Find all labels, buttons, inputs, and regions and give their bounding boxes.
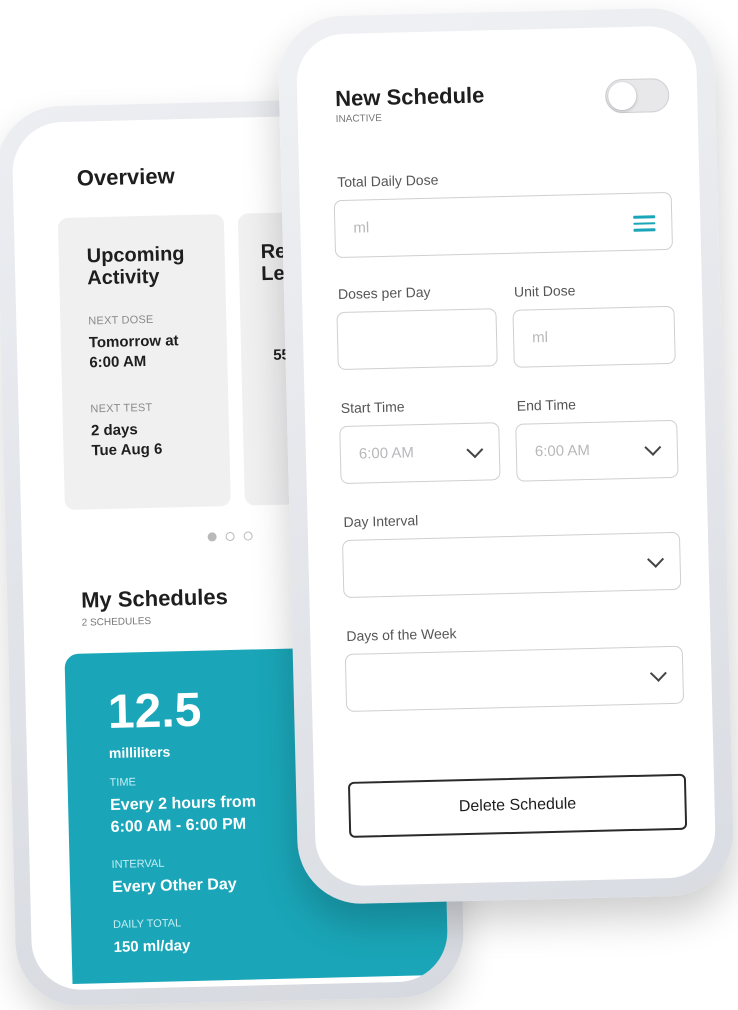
- schedules-count: 2 SCHEDULES: [81, 615, 152, 629]
- chevron-down-icon: [466, 441, 484, 459]
- menu-icon[interactable]: [633, 215, 656, 232]
- days-of-week-select[interactable]: [344, 645, 685, 712]
- chevron-down-icon: [647, 550, 665, 568]
- time-line2: 6:00 AM - 6:00 PM: [110, 815, 247, 836]
- unit-dose-placeholder: ml: [531, 328, 549, 347]
- end-time-value: 6:00 AM: [534, 441, 591, 461]
- time-label: TIME: [109, 776, 137, 790]
- total-daily-dose-field[interactable]: ml: [333, 191, 674, 259]
- total-daily-dose-placeholder: ml: [353, 219, 370, 237]
- daily-total-value: 150 ml/day: [113, 937, 191, 956]
- interval-value: Every Other Day: [111, 875, 237, 896]
- daily-total-label: DAILY TOTAL: [112, 917, 182, 931]
- schedule-status: INACTIVE: [335, 112, 382, 126]
- start-time-label: Start Time: [340, 398, 405, 417]
- card-title-line1: Upcoming: [86, 243, 185, 268]
- end-time-select[interactable]: 6:00 AM: [515, 419, 679, 482]
- carousel-pagination[interactable]: [207, 531, 253, 542]
- unit-dose-label: Unit Dose: [513, 282, 576, 300]
- start-time-select[interactable]: 6:00 AM: [339, 422, 501, 485]
- doses-per-day-label: Doses per Day: [337, 283, 431, 303]
- front-phone-frame: New Schedule INACTIVE Total Daily Dose m…: [277, 6, 735, 906]
- start-time-value: 6:00 AM: [358, 444, 415, 463]
- next-dose-label: NEXT DOSE: [88, 313, 154, 328]
- toggle-knob: [607, 81, 637, 111]
- active-toggle[interactable]: [604, 77, 670, 114]
- upcoming-activity-card[interactable]: Upcoming Activity NEXT DOSE Tomorrow at …: [57, 214, 231, 511]
- next-test-line2: Tue Aug 6: [91, 440, 163, 460]
- pagination-dot[interactable]: [243, 531, 253, 541]
- days-of-week-label: Days of the Week: [346, 625, 457, 644]
- interval-label: INTERVAL: [111, 857, 165, 871]
- upcoming-activity-title: Upcoming Activity: [86, 243, 185, 289]
- delete-schedule-button[interactable]: Delete Schedule: [347, 773, 688, 838]
- next-dose-line2: 6:00 AM: [89, 352, 147, 372]
- chevron-down-icon: [649, 664, 667, 682]
- new-schedule-title: New Schedule: [334, 82, 485, 112]
- total-daily-dose-label: Total Daily Dose: [337, 171, 439, 191]
- doses-per-day-field[interactable]: [336, 308, 498, 371]
- pagination-dot[interactable]: [225, 531, 235, 542]
- unit-dose-field[interactable]: ml: [512, 305, 676, 368]
- next-test-label: NEXT TEST: [90, 401, 153, 416]
- schedule-dose-unit: milliliters: [108, 743, 171, 762]
- day-interval-label: Day Interval: [343, 512, 419, 530]
- day-interval-select[interactable]: [342, 531, 682, 599]
- card-title-line2: Activity: [87, 265, 160, 290]
- next-dose-value: Tomorrow at 6:00 AM: [89, 331, 180, 373]
- time-value: Every 2 hours from 6:00 AM - 6:00 PM: [110, 791, 257, 839]
- chevron-down-icon: [644, 438, 662, 456]
- next-test-line1: 2 days: [90, 421, 138, 440]
- next-dose-line1: Tomorrow at: [88, 332, 179, 352]
- new-schedule-screen: New Schedule INACTIVE Total Daily Dose m…: [295, 25, 717, 887]
- schedule-dose-value: 12.5: [107, 683, 202, 740]
- next-test-value: 2 days Tue Aug 6: [91, 420, 163, 462]
- end-time-label: End Time: [516, 396, 577, 414]
- overview-title: Overview: [76, 163, 175, 191]
- pagination-dot[interactable]: [207, 532, 217, 542]
- my-schedules-title: My Schedules: [80, 584, 229, 613]
